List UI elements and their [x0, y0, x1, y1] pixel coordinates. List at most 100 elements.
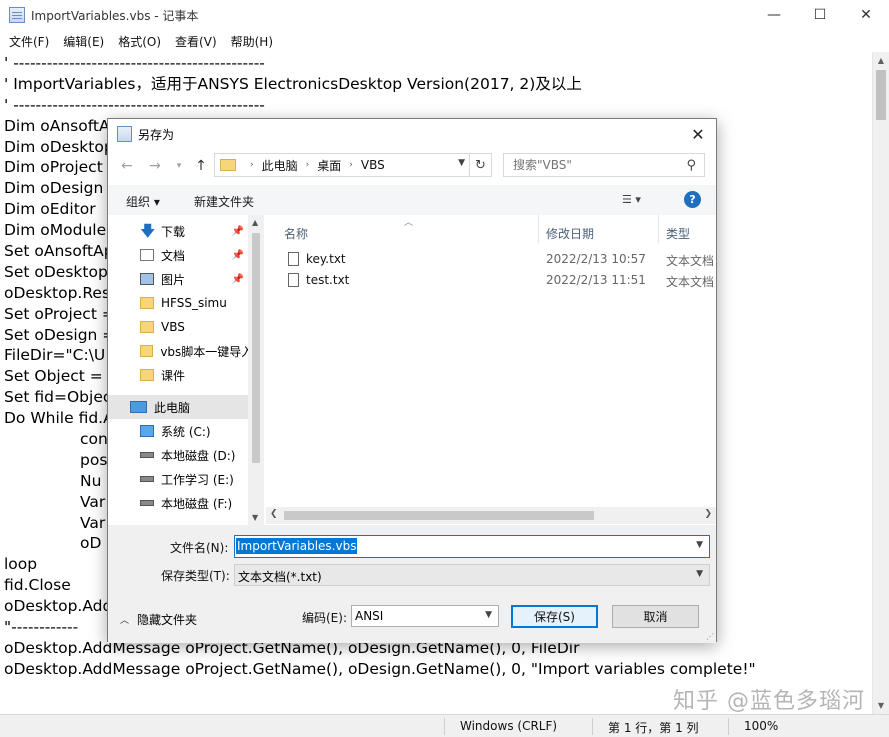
chevron-down-icon[interactable]: ▼ — [696, 569, 703, 579]
scroll-left-arrow-icon[interactable]: ❮ — [270, 509, 278, 519]
filename-value[interactable]: ImportVariables.vbs — [236, 538, 358, 554]
breadcrumb-this-pc[interactable]: 此电脑 — [262, 157, 298, 174]
hide-folders-toggle[interactable]: ︿ 隐藏文件夹 — [120, 611, 197, 628]
scroll-right-arrow-icon[interactable]: ❯ — [704, 509, 712, 519]
close-button[interactable]: ✕ — [843, 0, 889, 30]
view-options-icon[interactable]: ☰ ▾ — [622, 193, 641, 206]
help-icon[interactable]: ? — [684, 191, 701, 208]
menu-view[interactable]: 查看(V) — [168, 33, 224, 50]
address-bar[interactable]: › 此电脑 › 桌面 › VBS ▼ ↻ — [214, 153, 492, 177]
nav-item[interactable]: 此电脑 — [108, 395, 248, 419]
scrollbar-thumb[interactable] — [876, 70, 886, 120]
column-name[interactable]: 名称 — [284, 225, 308, 242]
filename-input[interactable]: ImportVariables.vbs ▼ — [234, 535, 710, 558]
nav-item[interactable]: 课件 — [108, 363, 248, 387]
scroll-down-arrow-icon[interactable]: ▼ — [873, 697, 889, 714]
pin-icon[interactable]: 📌 — [232, 274, 244, 285]
save-as-dialog: 另存为 ✕ ← → ▾ ↑ › 此电脑 › 桌面 › VBS ▼ ↻ ⚲ 组织 … — [107, 118, 717, 643]
menu-edit[interactable]: 编辑(E) — [56, 33, 111, 50]
editor-line: ' --------------------------------------… — [4, 54, 265, 72]
column-date[interactable]: 修改日期 — [546, 225, 594, 242]
file-list-horizontal-scrollbar[interactable]: ❮ ❯ — [266, 507, 716, 524]
search-box[interactable]: ⚲ — [503, 153, 705, 177]
column-divider[interactable] — [658, 215, 659, 243]
pin-icon[interactable]: 📌 — [232, 250, 244, 261]
file-row[interactable]: test.txt 2022/2/13 11:51 文本文档 — [266, 270, 716, 291]
status-zoom: 100% — [744, 719, 779, 733]
dialog-title: 另存为 — [138, 127, 175, 142]
nav-pane-scrollbar[interactable]: ▲ ▼ — [248, 215, 264, 525]
nav-item[interactable]: HFSS_simu — [108, 291, 248, 315]
chevron-right-icon[interactable]: › — [349, 160, 353, 170]
file-date: 2022/2/13 10:57 — [546, 252, 646, 266]
chevron-right-icon[interactable]: › — [250, 160, 254, 170]
chevron-right-icon[interactable]: › — [306, 160, 310, 170]
menu-format[interactable]: 格式(O) — [111, 33, 168, 50]
nav-item-label: 课件 — [161, 368, 186, 383]
file-list: ︿ 名称 修改日期 类型 key.txt 2022/2/13 10:57 文本文… — [266, 215, 716, 525]
status-cursor-position: 第 1 行，第 1 列 — [608, 721, 699, 735]
maximize-button[interactable]: ☐ — [797, 0, 843, 30]
folder-icon — [140, 297, 154, 309]
navigation-pane: 🡇 下载 📌 文档 📌 图片 📌 HFSS_simu VBS vbs脚本一键导入 课件 此电脑 系统 (… — [108, 215, 264, 525]
new-folder-button[interactable]: 新建文件夹 — [194, 193, 254, 210]
cancel-button[interactable]: 取消 — [612, 605, 699, 628]
folder-icon — [220, 159, 236, 171]
refresh-icon[interactable]: ↻ — [469, 154, 491, 176]
up-arrow-icon[interactable]: ↑ — [190, 155, 212, 177]
chevron-down-icon[interactable]: ▼ — [485, 610, 492, 620]
breadcrumb-desktop[interactable]: 桌面 — [317, 157, 341, 174]
dialog-toolbar: 组织 ▾ 新建文件夹 ☰ ▾ ? — [108, 185, 716, 215]
dialog-titlebar: 另存为 ✕ — [108, 119, 716, 149]
column-type[interactable]: 类型 — [666, 225, 690, 242]
nav-item[interactable]: VBS — [108, 315, 248, 339]
resize-grip-icon[interactable]: ⋰ — [706, 632, 714, 641]
breadcrumb-vbs[interactable]: VBS — [361, 158, 385, 172]
encoding-select[interactable]: ANSI ▼ — [351, 605, 499, 627]
recent-locations-chevron-icon[interactable]: ▾ — [168, 155, 190, 177]
drive-icon — [140, 500, 154, 506]
nav-item[interactable]: 工作学习 (E:) — [108, 467, 248, 491]
editor-vertical-scrollbar[interactable]: ▲ ▼ — [872, 52, 889, 714]
file-type: 文本文档 — [666, 254, 715, 268]
nav-item[interactable]: 系统 (C:) — [108, 419, 248, 443]
watermark: 知乎 @蓝色多瑙河 — [673, 689, 865, 714]
pin-icon[interactable]: 📌 — [232, 226, 244, 237]
scroll-up-arrow-icon[interactable]: ▲ — [873, 52, 889, 69]
file-row[interactable]: key.txt 2022/2/13 10:57 文本文档 — [266, 249, 716, 270]
nav-item[interactable]: 图片 📌 — [108, 267, 248, 291]
filetype-select[interactable]: 文本文档(*.txt) ▼ — [234, 564, 710, 586]
scrollbar-thumb[interactable] — [284, 511, 594, 520]
scroll-down-arrow-icon[interactable]: ▼ — [252, 513, 258, 522]
search-input[interactable] — [513, 158, 673, 172]
file-date: 2022/2/13 11:51 — [546, 273, 646, 287]
save-form: 文件名(N): ImportVariables.vbs ▼ 保存类型(T): 文… — [108, 525, 716, 643]
scroll-up-arrow-icon[interactable]: ▲ — [252, 218, 258, 227]
save-button[interactable]: 保存(S) — [511, 605, 598, 628]
notepad-icon — [9, 7, 25, 23]
status-divider — [444, 718, 445, 735]
filetype-label: 保存类型(T): — [161, 569, 230, 583]
chevron-down-icon[interactable]: ▼ — [458, 158, 465, 168]
search-icon[interactable]: ⚲ — [686, 158, 696, 173]
menu-help[interactable]: 帮助(H) — [224, 33, 280, 50]
column-divider[interactable] — [538, 215, 539, 243]
chevron-down-icon[interactable]: ▼ — [696, 540, 703, 550]
nav-item[interactable]: 本地磁盘 (F:) — [108, 491, 248, 515]
sort-caret-icon: ︿ — [404, 218, 414, 228]
window-title: ImportVariables.vbs - 记事本 — [31, 8, 199, 23]
menu-file[interactable]: 文件(F) — [2, 33, 56, 50]
nav-item[interactable]: 本地磁盘 (D:) — [108, 443, 248, 467]
drive-icon — [140, 476, 154, 482]
minimize-button[interactable]: — — [751, 0, 797, 30]
nav-item[interactable]: vbs脚本一键导入 — [108, 339, 248, 363]
nav-item[interactable]: 文档 📌 — [108, 243, 248, 267]
nav-item-label: 文档 — [161, 248, 186, 263]
dialog-close-button[interactable]: ✕ — [686, 123, 710, 145]
organize-button[interactable]: 组织 ▾ — [126, 193, 160, 210]
back-arrow-icon[interactable]: ← — [116, 155, 138, 177]
scrollbar-thumb[interactable] — [252, 233, 260, 463]
filetype-value: 文本文档(*.txt) — [238, 570, 322, 584]
nav-item[interactable]: 🡇 下载 📌 — [108, 219, 248, 243]
forward-arrow-icon[interactable]: → — [144, 155, 166, 177]
